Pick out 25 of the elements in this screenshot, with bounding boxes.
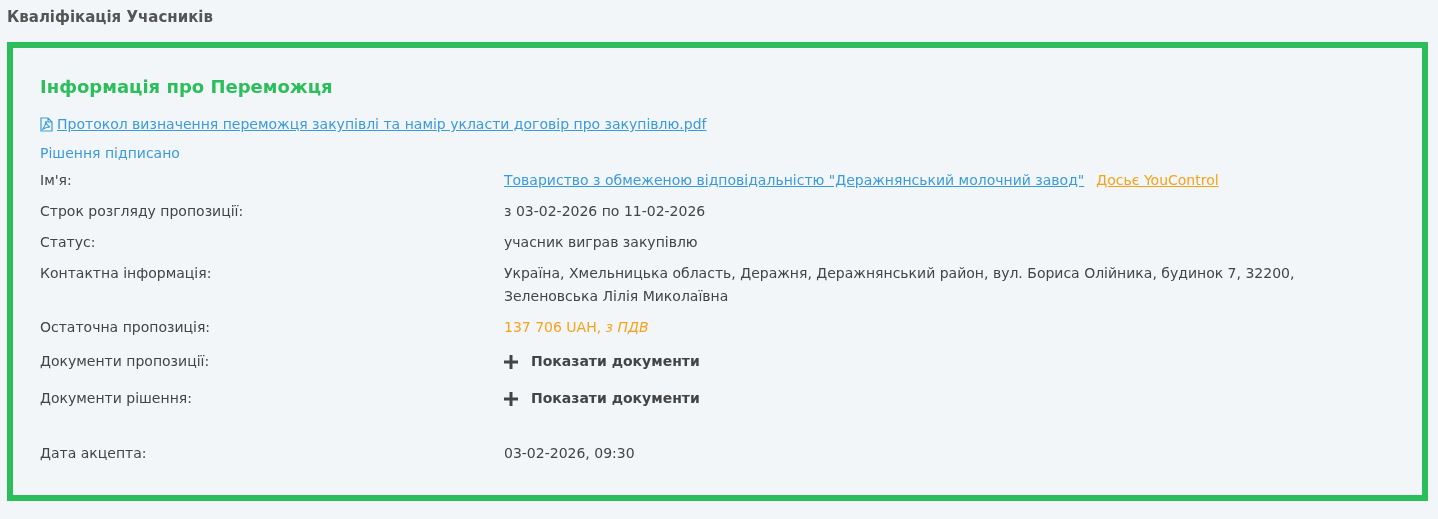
plus-icon: [504, 391, 518, 406]
show-documents-button[interactable]: Показати документи: [504, 387, 700, 410]
field-value: учасник виграв закупівлю: [504, 233, 699, 252]
youcontrol-link[interactable]: Досьє YouControl: [1096, 169, 1219, 192]
document-link[interactable]: Протокол визначення переможця закупівлі та намір укласти договір про закупівлю.pdf: [57, 114, 707, 135]
field-value: 03-02-2026, 09:30: [504, 444, 636, 463]
price-value: 137 706 UAH, з ПДВ: [504, 318, 650, 337]
field-label: Документи рішення:: [40, 389, 193, 408]
show-documents-button[interactable]: Показати документи: [504, 350, 700, 373]
field-value: з 03-02-2026 по 11-02-2026: [504, 202, 707, 221]
field-label: Строк розгляду пропозиції:: [40, 202, 245, 221]
field-label: Ім'я:: [40, 171, 73, 190]
company-link[interactable]: Товариство з обмеженою відповідальністю "Деражнянський молочний завод": [504, 169, 1085, 192]
field-label: Дата акцепта:: [40, 444, 148, 463]
card-title: Інформація про Переможця: [40, 75, 334, 99]
field-value: Зеленовська Лілія Миколаївна: [504, 287, 730, 306]
field-label: Документи пропозиції:: [40, 352, 211, 371]
plus-icon: [504, 354, 518, 369]
decision-status: Рішення підписано: [40, 144, 181, 163]
field-label: Контактна інформація:: [40, 264, 213, 283]
field-label: Статус:: [40, 233, 97, 252]
field-value: Україна, Хмельницька область, Деражня, Деражнянський район, вул. Бориса Олійника, будинок 7, 32200,: [504, 264, 1296, 283]
page-title: Кваліфікація Учасників: [7, 7, 214, 28]
field-label: Остаточна пропозиція:: [40, 318, 212, 337]
pdf-file-icon: [40, 117, 53, 132]
